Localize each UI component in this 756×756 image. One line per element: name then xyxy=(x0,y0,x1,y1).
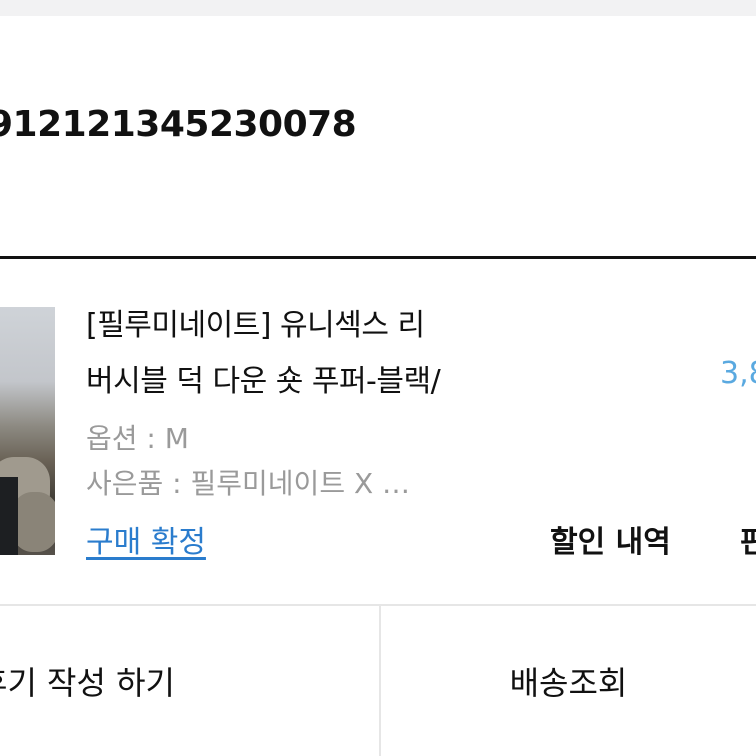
product-price: 3,8 xyxy=(720,356,756,391)
product-gift: 사은품 : 필루미네이트 X … xyxy=(86,467,411,500)
product-option: 옵션 : M xyxy=(86,422,189,455)
extra-action-button[interactable]: 판 xyxy=(740,517,756,561)
delivery-tracking-label: 배송조회 xyxy=(509,664,628,702)
top-background-strip xyxy=(0,0,756,16)
write-review-button[interactable]: 후기 작성 하기 xyxy=(0,606,379,756)
product-title-line-1[interactable]: [필루미네이트] 유니섹스 리 xyxy=(86,300,506,344)
order-number: 912121345230078 xyxy=(0,104,357,145)
thumbnail-model-figure xyxy=(0,477,18,555)
confirm-purchase-link[interactable]: 구매 확정 xyxy=(86,517,206,561)
order-detail-page: 912121345230078 [필루미네이트] 유니섹스 리 버시블 덕 다운… xyxy=(0,0,756,756)
delivery-tracking-button[interactable]: 배송조회 xyxy=(381,606,756,756)
product-thumbnail[interactable] xyxy=(0,307,55,555)
section-divider xyxy=(0,256,756,259)
write-review-label: 후기 작성 하기 xyxy=(0,664,175,702)
product-title-line-2[interactable]: 버시블 덕 다운 숏 푸퍼-블랙/ xyxy=(86,356,506,400)
discount-details-button[interactable]: 할인 내역 xyxy=(550,517,671,561)
